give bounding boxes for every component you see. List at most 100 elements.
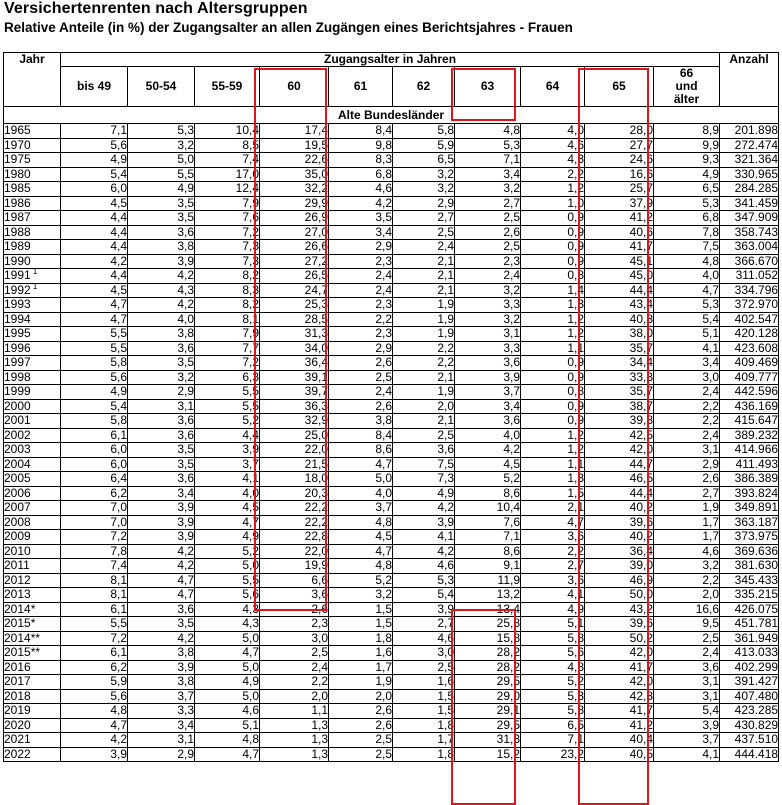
value-cell: 4,0 <box>520 123 585 139</box>
value-cell: 36,4 <box>259 355 329 371</box>
year-cell: 2015* <box>3 616 61 632</box>
value-cell: 0,9 <box>520 253 585 269</box>
value-cell: 4,2 <box>60 253 128 269</box>
value-cell: 7,2 <box>194 355 260 371</box>
table-row: 2005 6,4 3,6 4,1 18,0 5,0 7,3 5,2 1,3 46,5 2,6 386.… <box>3 471 780 487</box>
value-cell: 3,1 <box>127 398 195 414</box>
value-cell: 4,9 <box>392 485 455 501</box>
value-cell: 6,3 <box>194 369 260 385</box>
value-cell: 3,4 <box>454 166 521 182</box>
value-cell: 2,4 <box>328 384 393 400</box>
value-cell: 41,2 <box>584 717 654 733</box>
value-cell: 0,9 <box>520 239 585 255</box>
table-row: 1994 4,7 4,0 8,1 28,5 2,2 1,9 3,2 1,2 40,8 5,4 402.… <box>3 311 780 327</box>
value-cell: 8,6 <box>454 543 521 559</box>
value-cell: 4,8 <box>194 732 260 748</box>
value-cell: 3,6 <box>392 442 455 458</box>
value-cell: 29,9 <box>259 195 329 211</box>
value-cell: 3,2 <box>652 558 721 574</box>
value-cell: 4,7 <box>127 572 195 588</box>
value-cell: 7,4 <box>60 558 128 574</box>
value-cell: 1,7 <box>328 659 393 675</box>
value-cell: 5,0 <box>328 471 393 487</box>
value-cell: 5,6 <box>60 688 128 704</box>
value-cell: 1,9 <box>392 326 455 342</box>
value-cell: 5,3 <box>454 137 521 153</box>
value-cell: 45,1 <box>584 253 654 269</box>
value-cell: 7,1 <box>454 529 521 545</box>
value-cell: 2,5 <box>392 659 455 675</box>
year-cell: 1965 <box>3 123 61 139</box>
value-cell: 4,7 <box>328 456 393 472</box>
count-cell: 420.128 <box>719 326 780 342</box>
value-cell: 8,6 <box>328 442 393 458</box>
value-cell: 16,6 <box>652 601 721 617</box>
value-cell: 2,5 <box>259 645 329 661</box>
value-cell: 3,8 <box>328 413 393 429</box>
value-cell: 4,3 <box>194 616 260 632</box>
value-cell: 7,5 <box>392 456 455 472</box>
count-cell: 349.891 <box>719 500 780 516</box>
value-cell: 4,0 <box>194 485 260 501</box>
table-row: 1996 5,5 3,6 7,7 34,0 2,9 2,2 3,3 1,1 35,7 4,1 423.… <box>3 340 780 356</box>
year-cell: 2010 <box>3 543 61 559</box>
value-cell: 4,7 <box>520 514 585 530</box>
value-cell: 4,7 <box>60 717 128 733</box>
year-cell: 2003 <box>3 442 61 458</box>
table-row: 2014* 6,1 3,6 4,3 2,6 1,5 3,9 13,4 4,9 43,2 16,6 42… <box>3 601 780 617</box>
value-cell: 4,7 <box>194 746 260 762</box>
value-cell: 1,7 <box>652 514 721 530</box>
value-cell: 5,3 <box>652 195 721 211</box>
year-cell: 1992 1 <box>3 282 61 298</box>
value-cell: 28,5 <box>259 311 329 327</box>
year-cell: 2002 <box>3 427 61 443</box>
value-cell: 5,6 <box>60 137 128 153</box>
value-cell: 2,9 <box>328 239 393 255</box>
value-cell: 2,6 <box>328 703 393 719</box>
value-cell: 5,2 <box>194 413 260 429</box>
value-cell: 2,5 <box>392 224 455 240</box>
value-cell: 28,2 <box>454 645 521 661</box>
value-cell: 1,2 <box>520 442 585 458</box>
count-cell: 451.781 <box>719 616 780 632</box>
value-cell: 5,0 <box>194 630 260 646</box>
value-cell: 38,7 <box>584 398 654 414</box>
value-cell: 5,0 <box>194 659 260 675</box>
year-cell: 2012 <box>3 572 61 588</box>
count-cell: 201.898 <box>719 123 780 139</box>
value-cell: 4,4 <box>60 210 128 226</box>
value-cell: 6,8 <box>652 210 721 226</box>
value-cell: 3,2 <box>454 282 521 298</box>
value-cell: 4,2 <box>127 268 195 284</box>
value-cell: 6,5 <box>392 152 455 168</box>
value-cell: 31,3 <box>259 326 329 342</box>
value-cell: 6,8 <box>328 166 393 182</box>
year-cell: 1970 <box>3 137 61 153</box>
value-cell: 35,0 <box>259 166 329 182</box>
value-cell: 3,9 <box>127 659 195 675</box>
value-cell: 3,9 <box>392 514 455 530</box>
value-cell: 2,9 <box>127 384 195 400</box>
table-row: 2017 5,9 3,8 4,9 2,2 1,9 1,6 29,5 5,2 42,0 3,1 391.… <box>3 674 780 690</box>
value-cell: 24,6 <box>584 152 654 168</box>
value-cell: 5,3 <box>652 297 721 313</box>
value-cell: 10,4 <box>454 500 521 516</box>
value-cell: 4,5 <box>60 282 128 298</box>
value-cell: 3,6 <box>127 340 195 356</box>
value-cell: 2,6 <box>652 471 721 487</box>
value-cell: 2,2 <box>392 340 455 356</box>
value-cell: 41,2 <box>584 210 654 226</box>
value-cell: 1,5 <box>520 485 585 501</box>
value-cell: 5,2 <box>520 674 585 690</box>
value-cell: 2,6 <box>328 355 393 371</box>
value-cell: 5,1 <box>652 326 721 342</box>
value-cell: 0,9 <box>520 210 585 226</box>
value-cell: 1,3 <box>259 717 329 733</box>
value-cell: 3,5 <box>127 195 195 211</box>
value-cell: 7,8 <box>60 543 128 559</box>
value-cell: 42,5 <box>584 427 654 443</box>
value-cell: 5,4 <box>60 166 128 182</box>
value-cell: 4,7 <box>652 282 721 298</box>
value-cell: 7,9 <box>194 326 260 342</box>
value-cell: 16,6 <box>584 166 654 182</box>
